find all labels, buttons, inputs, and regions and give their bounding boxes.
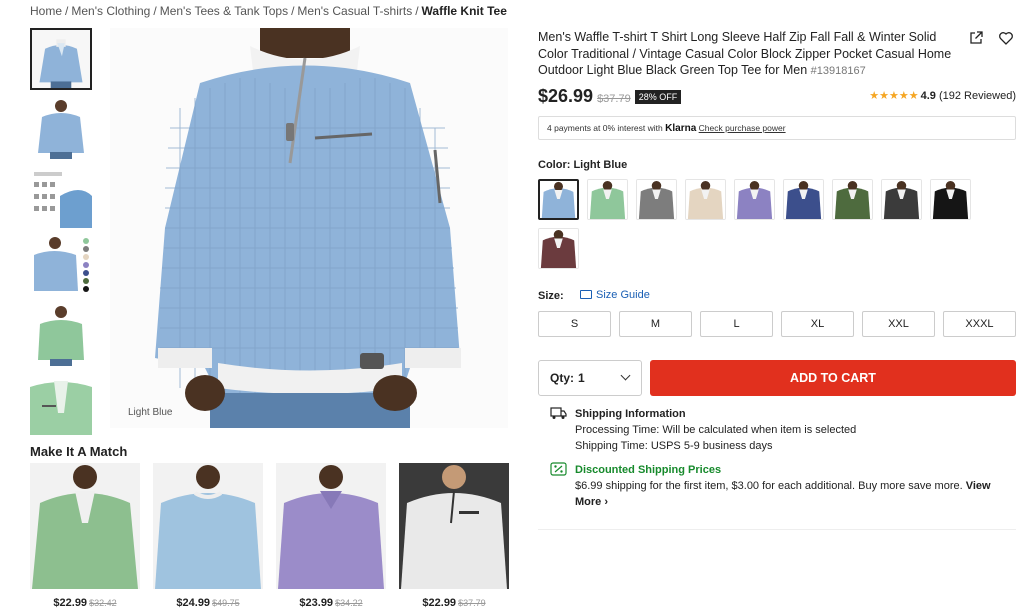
ruler-icon — [580, 290, 592, 299]
star-icons: ★★★★★ — [869, 90, 919, 102]
chevron-right-icon: › — [604, 496, 609, 508]
color-swatch-navy[interactable] — [783, 179, 824, 220]
rating[interactable]: ★★★★★ 4.9 (192 Reviewed) — [869, 89, 1016, 102]
breadcrumb: Home / Men's Clothing / Men's Tees & Tank To… — [30, 4, 507, 18]
thumbnail-color-options[interactable] — [30, 235, 92, 297]
breadcrumb-casual-tshirts[interactable]: Men's Casual T-shirts — [297, 4, 412, 18]
color-swatch-light-blue[interactable] — [538, 179, 579, 220]
klarna-logo: Klarna — [665, 123, 697, 134]
section-divider — [538, 529, 1016, 530]
size-option-m[interactable]: M — [619, 311, 692, 337]
shipping-title: Shipping Information — [575, 408, 686, 420]
add-to-cart-button[interactable]: ADD TO CART — [650, 360, 1016, 396]
breadcrumb-home[interactable]: Home — [30, 4, 62, 18]
share-icon[interactable] — [968, 30, 984, 46]
shipping-time: Shipping Time: USPS 5-9 business days — [575, 440, 773, 452]
discount-badge: 28% OFF — [634, 90, 682, 104]
price-row: $26.99 $37.79 28% OFF ★★★★★ 4.9 (192 Review… — [538, 86, 1016, 108]
size-option-xl[interactable]: XL — [781, 311, 854, 337]
klarna-banner: 4 payments at 0% interest with Klarna Ch… — [538, 116, 1016, 140]
rating-score: 4.9 — [920, 90, 936, 102]
match-price: $22.99 $32.42 — [53, 597, 117, 609]
product-title: Men's Waffle T-shirt T Shirt Long Sleeve… — [538, 30, 952, 77]
match-item-3[interactable]: $23.99 $34.22 — [276, 463, 386, 609]
klarna-text: 4 payments at 0% interest with — [547, 123, 663, 133]
size-option-xxl[interactable]: XXL — [862, 311, 935, 337]
match-item-4[interactable]: $22.99 $37.79 — [399, 463, 509, 609]
main-image-caption: Light Blue — [128, 407, 173, 418]
product-sku: #13918167 — [810, 65, 866, 77]
thumbnail-waffle-detail[interactable] — [30, 166, 92, 228]
match-item-2[interactable]: $24.99 $49.75 — [153, 463, 263, 609]
discount-shipping-title: Discounted Shipping Prices — [575, 464, 722, 476]
match-item-image[interactable] — [276, 463, 386, 589]
thumbnail-light-blue-front[interactable] — [30, 28, 92, 90]
processing-time: Processing Time: Will be calculated when… — [575, 424, 857, 436]
color-swatch-green[interactable] — [587, 179, 628, 220]
color-swatch-purple[interactable] — [734, 179, 775, 220]
klarna-check-link[interactable]: Check purchase power — [699, 123, 786, 133]
current-price: $26.99 — [538, 86, 594, 106]
thumbnail-strip — [30, 28, 92, 442]
heart-icon[interactable] — [998, 30, 1014, 46]
truck-icon — [550, 406, 567, 420]
match-item-image[interactable] — [399, 463, 509, 589]
match-item-image[interactable] — [30, 463, 140, 589]
discount-tag-icon — [550, 462, 567, 476]
review-count: (192 Reviewed) — [938, 90, 1016, 102]
shipping-info: Shipping Information Processing Time: Wi… — [550, 406, 1010, 454]
color-swatch-army-green[interactable] — [832, 179, 873, 220]
size-option-xxxl[interactable]: XXXL — [943, 311, 1016, 337]
breadcrumb-current: Waffle Knit Tee — [421, 4, 507, 18]
discount-shipping-text: $6.99 shipping for the first item, $3.00… — [575, 480, 991, 508]
match-list: $22.99 $32.42 $24.99 $49.75 $23.99 $34.22 $… — [30, 463, 510, 613]
match-item-image[interactable] — [153, 463, 263, 589]
qty-value: 1 — [578, 371, 585, 385]
thumbnail-green-closeup[interactable] — [30, 373, 92, 435]
thumbnail-green-front[interactable] — [30, 304, 92, 366]
original-price: $37.79 — [597, 93, 631, 105]
size-options: S M L XL XXL XXXL — [538, 311, 1016, 337]
color-swatch-gray[interactable] — [636, 179, 677, 220]
size-label: Size: — [538, 290, 564, 302]
color-swatch-black[interactable] — [930, 179, 971, 220]
color-swatch-burgundy[interactable] — [538, 228, 579, 269]
match-price: $23.99 $34.22 — [299, 597, 363, 609]
match-price: $24.99 $49.75 — [176, 597, 240, 609]
title-actions — [968, 30, 1014, 46]
color-swatch-beige[interactable] — [685, 179, 726, 220]
match-section-title: Make It A Match — [30, 444, 128, 459]
main-product-image[interactable] — [110, 28, 508, 428]
size-guide-link[interactable]: Size Guide — [580, 289, 650, 301]
match-price: $22.99 $37.79 — [422, 597, 486, 609]
discount-shipping-info: Discounted Shipping Prices $6.99 shippin… — [550, 462, 1010, 510]
chevron-down-icon — [620, 370, 631, 381]
size-option-l[interactable]: L — [700, 311, 773, 337]
color-swatch-dark-gray[interactable] — [881, 179, 922, 220]
color-label: Color: Light Blue — [538, 159, 628, 171]
qty-label: Qty: — [550, 371, 574, 385]
thumbnail-light-blue-back[interactable] — [30, 97, 92, 159]
quantity-select[interactable]: Qty: 1 — [538, 360, 642, 396]
match-item-1[interactable]: $22.99 $32.42 — [30, 463, 140, 609]
breadcrumb-mens-clothing[interactable]: Men's Clothing — [71, 4, 150, 18]
breadcrumb-tees-tanks[interactable]: Men's Tees & Tank Tops — [160, 4, 288, 18]
size-option-s[interactable]: S — [538, 311, 611, 337]
